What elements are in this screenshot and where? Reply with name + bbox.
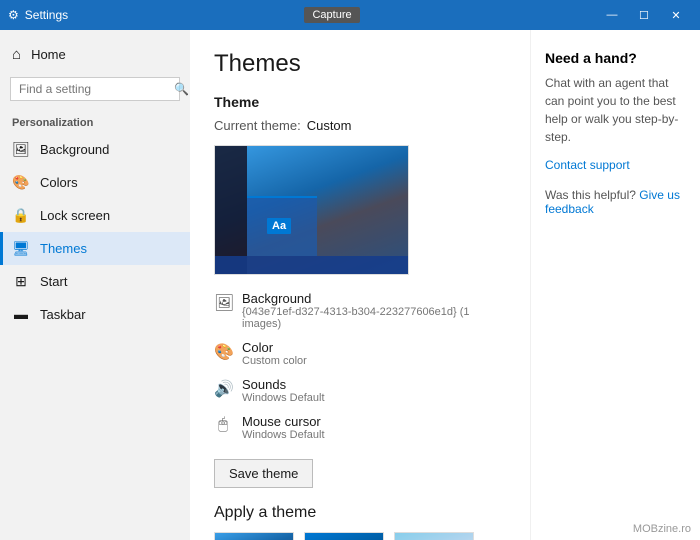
detail-color[interactable]: 🎨 Color Custom color bbox=[214, 340, 506, 367]
main-content: Themes Theme Current theme: Custom Aa 🖼 … bbox=[190, 30, 530, 540]
sidebar-themes-label: Themes bbox=[40, 241, 87, 256]
title-bar-left: ⚙ Settings bbox=[8, 8, 68, 22]
detail-color-icon: 🎨 bbox=[214, 342, 232, 362]
colors-icon: 🎨 bbox=[12, 174, 30, 191]
detail-background-sub: {043e71ef-d327-4313-b304-223277606e1d} (… bbox=[242, 306, 506, 330]
home-icon: ⌂ bbox=[12, 46, 21, 63]
detail-background[interactable]: 🖼 Background {043e71ef-d327-4313-b304-22… bbox=[214, 291, 506, 330]
contact-support-link[interactable]: Contact support bbox=[545, 158, 686, 172]
theme-thumb-1[interactable] bbox=[214, 532, 294, 540]
theme-preview-taskbar bbox=[215, 256, 408, 274]
personalization-section-label: Personalization bbox=[0, 107, 190, 133]
search-box[interactable]: 🔍 bbox=[10, 77, 180, 101]
sidebar-item-start[interactable]: ⊞ Start bbox=[0, 265, 190, 298]
sidebar-item-home[interactable]: ⌂ Home bbox=[0, 38, 190, 71]
detail-cursor-name: Mouse cursor bbox=[242, 414, 325, 429]
help-title: Need a hand? bbox=[545, 50, 686, 66]
title-bar: ⚙ Settings Capture — ☐ ✕ bbox=[0, 0, 700, 30]
detail-cursor-icon: 🖱 bbox=[214, 416, 232, 434]
sidebar-item-lock-screen[interactable]: 🔒 Lock screen bbox=[0, 199, 190, 232]
sidebar-item-themes[interactable]: 🖥 Themes bbox=[0, 232, 190, 265]
sidebar-colors-label: Colors bbox=[40, 175, 78, 190]
title-bar-controls: — ☐ ✕ bbox=[596, 0, 692, 30]
detail-sounds-icon: 🔊 bbox=[214, 379, 232, 399]
help-body: Chat with an agent that can point you to… bbox=[545, 74, 686, 146]
sidebar-lock-label: Lock screen bbox=[40, 208, 110, 223]
apply-section-title: Apply a theme bbox=[214, 504, 506, 522]
helpful-row: Was this helpful? Give us feedback bbox=[545, 188, 686, 216]
settings-gear-icon: ⚙ bbox=[8, 8, 19, 22]
start-icon: ⊞ bbox=[12, 273, 30, 290]
search-icon: 🔍 bbox=[174, 82, 189, 96]
theme-thumb-3[interactable] bbox=[394, 532, 474, 540]
detail-cursor-sub: Windows Default bbox=[242, 429, 325, 441]
sidebar-start-label: Start bbox=[40, 274, 67, 289]
detail-background-icon: 🖼 bbox=[214, 293, 232, 313]
themes-icon: 🖥 bbox=[12, 240, 30, 257]
sidebar-item-background[interactable]: 🖼 Background bbox=[0, 133, 190, 166]
lock-icon: 🔒 bbox=[12, 207, 30, 224]
detail-color-sub: Custom color bbox=[242, 355, 307, 367]
home-label: Home bbox=[31, 47, 66, 62]
detail-sounds[interactable]: 🔊 Sounds Windows Default bbox=[214, 377, 506, 404]
detail-sounds-content: Sounds Windows Default bbox=[242, 377, 325, 404]
watermark: MOBzine.ro bbox=[630, 522, 694, 536]
sidebar-background-label: Background bbox=[40, 142, 109, 157]
page-title: Themes bbox=[214, 50, 506, 78]
taskbar-icon: ▬ bbox=[12, 306, 30, 322]
sidebar: ⌂ Home 🔍 Personalization 🖼 Background 🎨 … bbox=[0, 30, 190, 540]
minimize-button[interactable]: — bbox=[596, 0, 628, 30]
detail-color-content: Color Custom color bbox=[242, 340, 307, 367]
search-input[interactable] bbox=[19, 82, 174, 96]
detail-mouse-cursor[interactable]: 🖱 Mouse cursor Windows Default bbox=[214, 414, 506, 441]
help-panel: Need a hand? Chat with an agent that can… bbox=[530, 30, 700, 540]
detail-cursor-content: Mouse cursor Windows Default bbox=[242, 414, 325, 441]
theme-thumb-2[interactable] bbox=[304, 532, 384, 540]
title-bar-title: Settings bbox=[25, 8, 68, 22]
detail-color-name: Color bbox=[242, 340, 307, 355]
sidebar-item-colors[interactable]: 🎨 Colors bbox=[0, 166, 190, 199]
background-icon: 🖼 bbox=[12, 141, 30, 158]
theme-preview: Aa bbox=[214, 145, 409, 275]
capture-badge: Capture bbox=[304, 7, 359, 23]
sidebar-item-taskbar[interactable]: ▬ Taskbar bbox=[0, 298, 190, 330]
detail-background-content: Background {043e71ef-d327-4313-b304-2232… bbox=[242, 291, 506, 330]
detail-sounds-name: Sounds bbox=[242, 377, 325, 392]
maximize-button[interactable]: ☐ bbox=[628, 0, 660, 30]
close-button[interactable]: ✕ bbox=[660, 0, 692, 30]
sidebar-taskbar-label: Taskbar bbox=[40, 307, 86, 322]
theme-preview-strip bbox=[215, 146, 247, 274]
theme-section-title: Theme bbox=[214, 94, 506, 110]
detail-sounds-sub: Windows Default bbox=[242, 392, 325, 404]
current-theme-label: Current theme: bbox=[214, 118, 301, 133]
theme-thumbnails bbox=[214, 532, 506, 540]
helpful-label: Was this helpful? bbox=[545, 188, 636, 202]
save-theme-button[interactable]: Save theme bbox=[214, 459, 313, 488]
app-body: ⌂ Home 🔍 Personalization 🖼 Background 🎨 … bbox=[0, 30, 700, 540]
current-theme-row: Current theme: Custom bbox=[214, 118, 506, 133]
current-theme-value: Custom bbox=[307, 118, 352, 133]
theme-preview-aa: Aa bbox=[267, 218, 291, 234]
detail-background-name: Background bbox=[242, 291, 506, 306]
